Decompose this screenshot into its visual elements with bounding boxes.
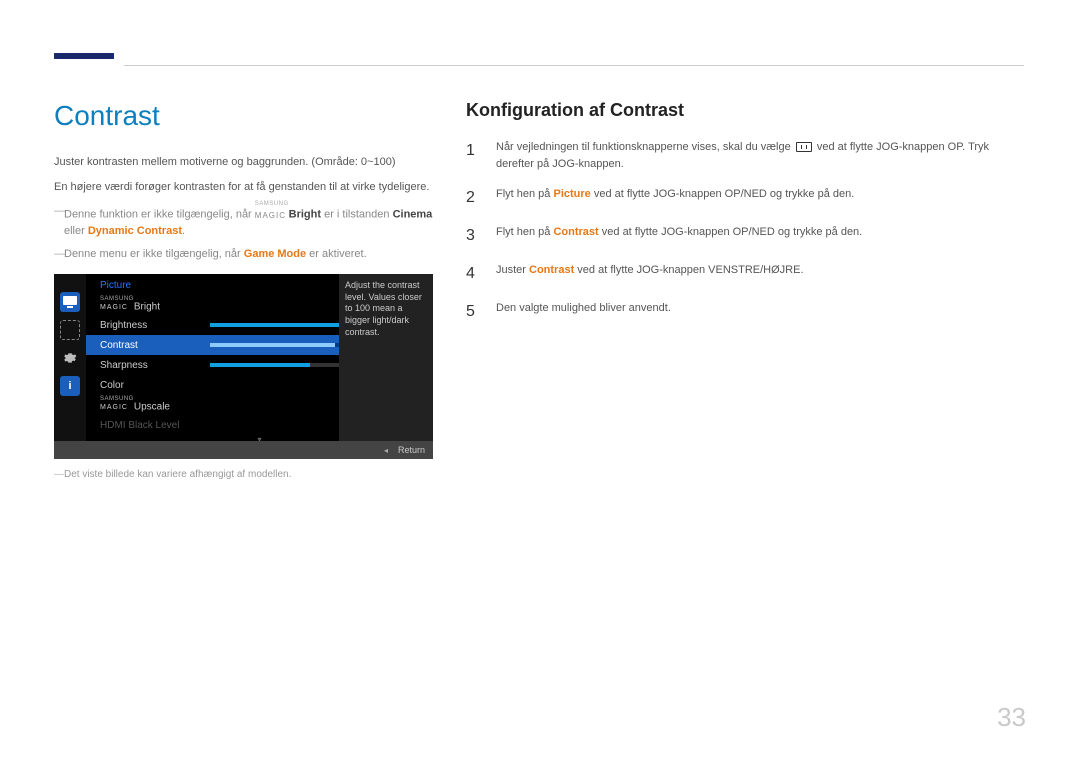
magic-bright-logo: SAMSUNG MAGIC <box>255 203 289 223</box>
step-num: 4 <box>466 262 482 286</box>
step-text: Når vejledningen til funktionsknapperne … <box>496 139 1024 172</box>
step-5: 5 Den valgte mulighed bliver anvendt. <box>466 300 1024 324</box>
hdmi-label: HDMI Black Level <box>100 420 250 431</box>
sharpness-label: Sharpness <box>100 360 210 371</box>
contrast-word: Contrast <box>553 226 598 238</box>
step-1: 1 Når vejledningen til funktionsknappern… <box>466 139 1024 172</box>
note1-c: eller <box>64 225 88 237</box>
return-label: Return <box>398 445 425 455</box>
step-text: Flyt hen på Picture ved at flytte JOG-kn… <box>496 186 854 210</box>
step-3: 3 Flyt hen på Contrast ved at flytte JOG… <box>466 224 1024 248</box>
steps-list: 1 Når vejledningen til funktionsknappern… <box>466 139 1024 324</box>
monitor-icon <box>60 292 80 312</box>
left-column: Contrast Juster kontrasten mellem motive… <box>54 100 434 480</box>
step-text: Den valgte mulighed bliver anvendt. <box>496 300 671 324</box>
note-magic-bright: Denne funktion er ikke tilgængelig, når … <box>54 203 434 240</box>
color-label: Color <box>100 380 210 391</box>
step-text: Juster Contrast ved at flytte JOG-knappe… <box>496 262 804 286</box>
note1-d: . <box>182 225 185 237</box>
magic-bright-label: SAMSUNGMAGICBright <box>100 298 210 313</box>
step-4: 4 Juster Contrast ved at flytte JOG-knap… <box>466 262 1024 286</box>
gear-icon <box>60 348 80 368</box>
dynamic-contrast-word: Dynamic Contrast <box>88 225 182 237</box>
contrast-label: Contrast <box>100 340 210 351</box>
step-num: 5 <box>466 300 482 324</box>
info-icon: i <box>60 376 80 396</box>
note1-b: er i tilstanden <box>321 209 393 221</box>
step-num: 3 <box>466 224 482 248</box>
osd-body: Picture SAMSUNGMAGICBright Custom Bright… <box>86 274 433 441</box>
intro-p2: En højere værdi forøger kontrasten for a… <box>54 179 434 196</box>
osd-screenshot: i Picture SAMSUNGMAGICBright Custom Brig… <box>54 274 433 459</box>
note2-a: Denne menu er ikke tilgængelig, når <box>64 248 244 260</box>
brightness-label: Brightness <box>100 320 210 331</box>
contrast-word: Contrast <box>529 264 574 276</box>
left-arrow-icon: ◂ <box>384 446 388 455</box>
osd-help-panel: Adjust the contrast level. Values closer… <box>339 274 433 441</box>
osd-tab-rail: i <box>54 274 86 441</box>
image-caption: Det viste billede kan variere afhængigt … <box>54 469 434 480</box>
picture-word: Picture <box>553 188 590 200</box>
magic-text: MAGIC <box>255 211 286 220</box>
right-column: Konfiguration af Contrast 1 Når vejledni… <box>466 100 1024 480</box>
section-title: Contrast <box>54 100 434 132</box>
frame-icon <box>60 320 80 340</box>
note2-b: er aktiveret. <box>306 248 367 260</box>
menu-icon <box>796 142 812 152</box>
step-text: Flyt hen på Contrast ved at flytte JOG-k… <box>496 224 862 248</box>
note1-a: Denne funktion er ikke tilgængelig, når <box>64 209 255 221</box>
intro-p1: Juster kontrasten mellem motiverne og ba… <box>54 154 434 171</box>
samsung-sup: SAMSUNG <box>255 203 289 207</box>
magic-upscale-label: SAMSUNGMAGICUpscale <box>100 398 210 413</box>
bright-word: Bright <box>289 209 321 221</box>
game-mode-word: Game Mode <box>244 248 306 260</box>
step-num: 1 <box>466 139 482 172</box>
config-title: Konfiguration af Contrast <box>466 100 1024 121</box>
top-accent <box>54 53 114 59</box>
page-number: 33 <box>997 702 1026 733</box>
note-game-mode: Denne menu er ikke tilgængelig, når Game… <box>54 246 434 263</box>
cinema-word: Cinema <box>393 209 433 221</box>
osd-footer: ◂ Return <box>54 441 433 459</box>
top-rule <box>54 53 1024 67</box>
top-divider <box>124 65 1024 66</box>
step-num: 2 <box>466 186 482 210</box>
step-2: 2 Flyt hen på Picture ved at flytte JOG-… <box>466 186 1024 210</box>
